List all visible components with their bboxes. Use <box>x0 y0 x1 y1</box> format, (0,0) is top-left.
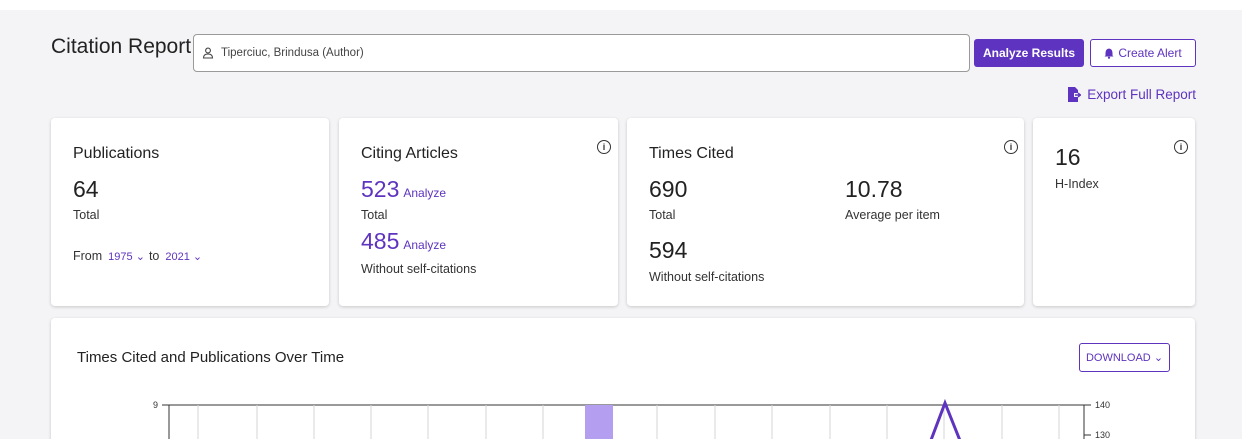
citing-without-self-label: Without self-citations <box>361 262 477 276</box>
export-label: Export Full Report <box>1087 87 1196 102</box>
year-range: From 1975 ⌄ to 2021 ⌄ <box>73 249 206 263</box>
publications-total-label: Total <box>73 208 100 222</box>
search-value: Tiperciuc, Brindusa (Author) <box>221 47 364 59</box>
bell-icon <box>1104 48 1114 59</box>
times-cited-total-label: Total <box>649 208 676 222</box>
h-index-card: i 16 H-Index <box>1033 118 1195 306</box>
average-per-item: 10.78 <box>845 176 903 202</box>
analyze-without-self-link[interactable]: Analyze <box>403 238 446 252</box>
to-year-select[interactable]: 2021 ⌄ <box>165 250 202 263</box>
export-file-icon <box>1068 87 1082 102</box>
times-cited-title: Times Cited <box>649 145 734 162</box>
from-label: From <box>73 249 103 263</box>
times-cited-total: 690 <box>649 176 688 202</box>
h-index-value: 16 <box>1055 144 1081 170</box>
info-icon[interactable]: i <box>597 140 611 154</box>
right-axis-tick: 130 <box>1095 430 1110 439</box>
analyze-results-button[interactable]: Analyze Results <box>974 39 1084 67</box>
times-cited-line <box>929 398 962 439</box>
page-title: Citation Report <box>51 35 192 58</box>
create-alert-label: Create Alert <box>1118 46 1182 60</box>
citation-report-page: Citation Report Tiperciuc, Brindusa (Aut… <box>0 0 1242 439</box>
publications-total: 64 <box>73 176 99 202</box>
right-axis-tick: 140 <box>1095 400 1110 410</box>
person-icon <box>202 47 214 59</box>
info-icon[interactable]: i <box>1004 140 1018 154</box>
citing-total[interactable]: 523 Analyze <box>361 176 446 203</box>
search-input[interactable]: Tiperciuc, Brindusa (Author) <box>193 34 970 72</box>
times-cited-without-self-label: Without self-citations <box>649 270 765 284</box>
average-per-item-label: Average per item <box>845 208 940 222</box>
publication-bar <box>585 405 613 439</box>
info-icon[interactable]: i <box>1174 140 1188 154</box>
top-strip <box>0 0 1242 10</box>
citing-without-self[interactable]: 485 Analyze <box>361 228 446 255</box>
from-year-select[interactable]: 1975 ⌄ <box>108 250 145 263</box>
left-axis-tick: 9 <box>153 400 158 410</box>
vertical-gridlines <box>197 405 1060 439</box>
chevron-down-icon: ⌄ <box>192 251 203 263</box>
publications-title: Publications <box>73 145 160 162</box>
to-label: to <box>148 249 160 263</box>
times-cited-card: Times Cited i 690 Total 10.78 Average pe… <box>627 118 1024 306</box>
citing-total-label: Total <box>361 208 388 222</box>
export-full-report-link[interactable]: Export Full Report <box>1068 87 1196 102</box>
times-cited-chart-card: Times Cited and Publications Over Time D… <box>51 318 1195 439</box>
times-cited-without-self: 594 <box>649 237 688 263</box>
publications-card: Publications 64 Total From 1975 ⌄ to 202… <box>51 118 329 306</box>
chart-plot: 9 140 130 <box>153 398 1110 439</box>
analyze-citing-link[interactable]: Analyze <box>403 186 446 200</box>
create-alert-button[interactable]: Create Alert <box>1090 39 1196 67</box>
h-index-label: H-Index <box>1055 177 1099 191</box>
chevron-down-icon: ⌄ <box>135 251 145 263</box>
citing-articles-title: Citing Articles <box>361 145 458 162</box>
citing-articles-card: Citing Articles i 523 Analyze Total 485 An… <box>339 118 618 306</box>
